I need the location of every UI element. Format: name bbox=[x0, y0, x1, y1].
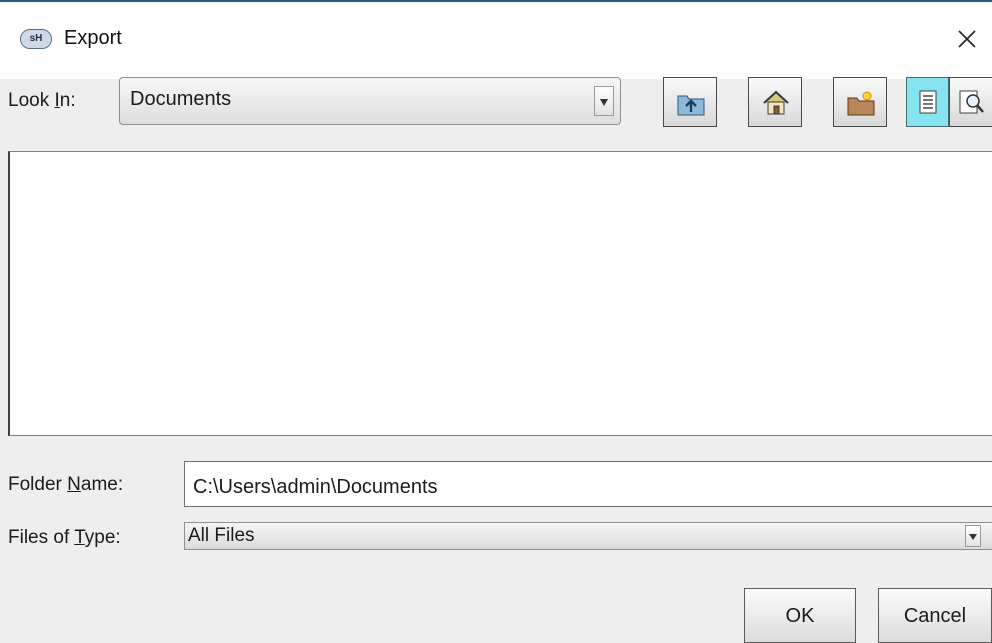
list-view-toggle[interactable] bbox=[906, 77, 949, 127]
look-in-dropdown-button[interactable] bbox=[594, 86, 614, 116]
files-of-type-value: All Files bbox=[188, 525, 255, 546]
cancel-button[interactable]: Cancel bbox=[878, 588, 992, 643]
details-view-icon bbox=[959, 90, 984, 114]
look-in-value: Documents bbox=[130, 88, 232, 110]
list-view-icon bbox=[919, 90, 937, 114]
folder-name-input[interactable]: C:\Users\admin\Documents bbox=[184, 461, 992, 507]
look-in-label: Look In: bbox=[8, 90, 76, 111]
window-top-border bbox=[0, 0, 992, 2]
new-folder-icon bbox=[847, 91, 875, 116]
title-bar: sH Export bbox=[0, 0, 992, 79]
home-button[interactable] bbox=[748, 77, 802, 127]
chevron-down-icon bbox=[969, 534, 977, 540]
up-one-level-button[interactable] bbox=[663, 77, 717, 127]
new-folder-button[interactable] bbox=[833, 77, 887, 127]
up-folder-icon bbox=[677, 95, 705, 116]
app-icon: sH bbox=[20, 29, 52, 49]
ok-button[interactable]: OK bbox=[744, 588, 856, 643]
details-view-toggle[interactable] bbox=[949, 77, 992, 127]
files-of-type-combobox[interactable]: All Files bbox=[184, 522, 992, 550]
window-title: Export bbox=[64, 27, 122, 49]
chevron-down-icon bbox=[600, 99, 608, 106]
file-list[interactable] bbox=[8, 151, 992, 436]
look-in-combobox[interactable]: Documents bbox=[119, 77, 621, 125]
home-icon bbox=[763, 90, 789, 115]
folder-name-label: Folder Name: bbox=[8, 474, 124, 495]
close-button[interactable] bbox=[952, 24, 982, 54]
files-of-type-dropdown-button[interactable] bbox=[965, 525, 981, 547]
files-of-type-label: Files of Type: bbox=[8, 527, 121, 548]
close-icon bbox=[958, 30, 976, 48]
